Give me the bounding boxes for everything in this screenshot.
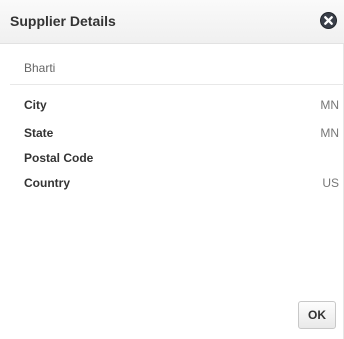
state-label: State: [24, 126, 54, 140]
dialog-titlebar: Supplier Details: [0, 0, 344, 44]
supplier-name: Bharti: [24, 61, 56, 75]
ok-button[interactable]: OK: [298, 301, 336, 329]
dialog-title: Supplier Details: [10, 13, 116, 29]
supplier-details-dialog: Supplier Details Bharti City MN State MN…: [0, 0, 344, 339]
city-value: MN: [320, 98, 339, 112]
supplier-name-row: Bharti: [10, 52, 344, 85]
city-label: City: [24, 98, 47, 112]
postal-code-label: Postal Code: [24, 151, 94, 165]
state-value: MN: [320, 126, 339, 140]
country-value: US: [322, 176, 339, 190]
close-icon[interactable]: [320, 12, 337, 29]
country-label: Country: [24, 176, 70, 190]
